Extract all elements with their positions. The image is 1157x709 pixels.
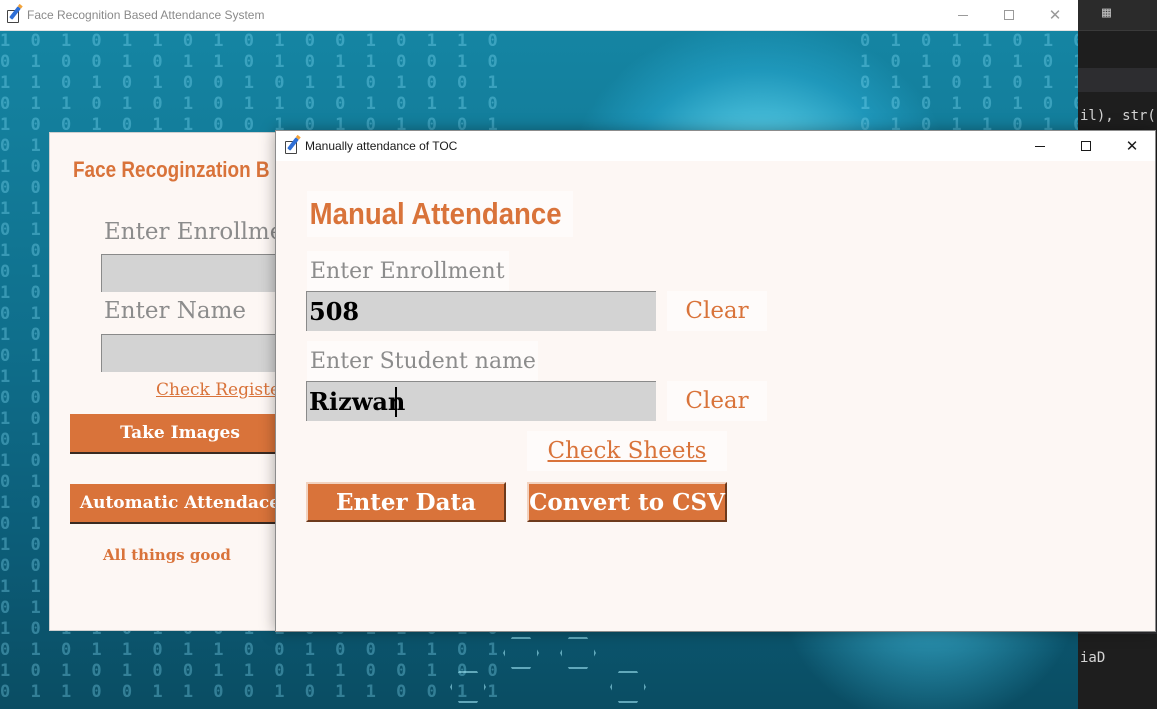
enrollment-label-box: Enter Enrollment [307, 251, 509, 291]
text-cursor [395, 387, 397, 417]
manual-window-title: Manually attendance of TOC [305, 139, 458, 153]
name-input[interactable] [101, 334, 301, 372]
maximize-button[interactable] [986, 0, 1032, 30]
main-window-titlebar: Face Recognition Based Attendance System… [0, 0, 1078, 31]
binary-pattern-right: 0 1 0 1 1 0 1 0 1 1 0 1 0 0 1 0 1 0 0 1 … [860, 31, 1078, 135]
hexagon-decoration [610, 671, 646, 703]
code-fragment: iaD [1080, 650, 1106, 666]
enrollment-label: Enter Enrollment [310, 258, 505, 284]
enrollment-label: Enter Enrollme [104, 219, 284, 245]
minimize-button[interactable] [1017, 131, 1063, 161]
hexagon-decoration [503, 637, 539, 669]
name-label: Enter Name [104, 298, 247, 324]
student-name-label-box: Enter Student name [307, 341, 538, 381]
layout-grid-icon[interactable]: ▦ [1102, 3, 1111, 21]
automatic-attendance-button[interactable]: Automatic Attendace [70, 484, 290, 524]
manual-heading-box: Manual Attendance [307, 191, 573, 237]
convert-to-csv-button[interactable]: Convert to CSV [527, 482, 727, 522]
minimize-icon [1035, 145, 1045, 147]
clear-student-name-button[interactable]: Clear [667, 381, 767, 421]
check-register-link[interactable]: Check Register [156, 380, 288, 400]
enter-data-button[interactable]: Enter Data [306, 482, 506, 522]
editor-bar [1078, 68, 1157, 92]
main-window-title: Face Recognition Based Attendance System [27, 8, 265, 22]
manual-window-titlebar: Manually attendance of TOC ✕ [276, 131, 1155, 161]
main-heading: Face Recoginzation B [73, 157, 270, 182]
maximize-icon [1004, 10, 1014, 20]
close-icon: ✕ [1048, 5, 1062, 24]
enrollment-input[interactable] [306, 291, 656, 331]
hexagon-decoration [560, 637, 596, 669]
status-message: All things good [103, 546, 231, 564]
student-name-input[interactable] [306, 381, 656, 421]
student-name-label: Enter Student name [310, 348, 536, 374]
editor-toolbar: ▦ [1078, 0, 1157, 31]
take-images-button[interactable]: Take Images [70, 414, 290, 454]
pen-paper-icon [284, 136, 301, 155]
close-button[interactable]: ✕ [1109, 131, 1155, 161]
manual-attendance-window: Manually attendance of TOC ✕ Manual Atte… [275, 130, 1156, 632]
maximize-icon [1081, 141, 1091, 151]
clear-enrollment-button[interactable]: Clear [667, 291, 767, 331]
minimize-icon [958, 14, 968, 16]
minimize-button[interactable] [940, 0, 986, 30]
enrollment-input[interactable] [101, 254, 301, 292]
close-button[interactable]: ✕ [1032, 0, 1078, 30]
close-icon: ✕ [1125, 136, 1139, 155]
check-sheets-link[interactable]: Check Sheets [527, 431, 727, 471]
pen-paper-icon [6, 5, 23, 24]
maximize-button[interactable] [1063, 131, 1109, 161]
code-fragment: il), str( [1080, 108, 1156, 124]
manual-heading: Manual Attendance [309, 196, 562, 231]
main-form-panel: Face Recoginzation B Enter Enrollme Ente… [49, 132, 301, 631]
